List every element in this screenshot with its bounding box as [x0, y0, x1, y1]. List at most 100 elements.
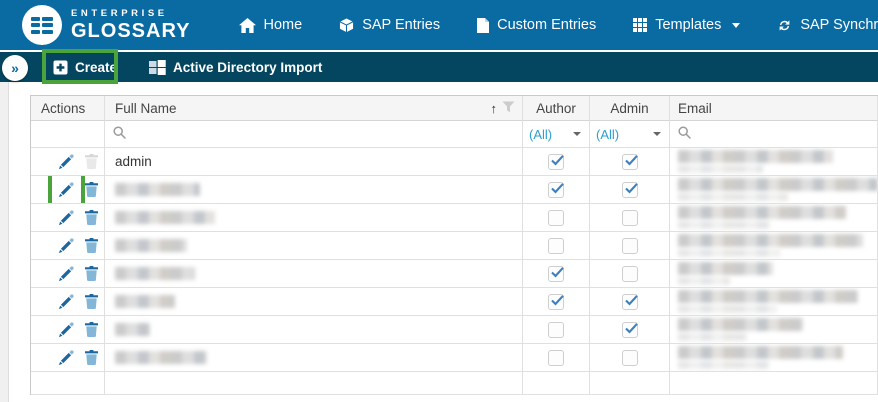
author-checkbox[interactable]: [548, 294, 564, 310]
actions-cell: [31, 148, 105, 176]
column-header-full-name[interactable]: Full Name ↑: [105, 96, 523, 121]
enterprise-glossary-app: ENTERPRISE GLOSSARY Home SAP Entries Cus…: [0, 0, 878, 402]
delete-button[interactable]: [85, 350, 98, 365]
create-button[interactable]: Create: [43, 52, 127, 82]
edit-button[interactable]: [58, 210, 74, 226]
email-cell: [670, 204, 878, 232]
redacted-name: [115, 295, 175, 308]
admin-checkbox[interactable]: [622, 294, 638, 310]
users-grid: Actions Full Name ↑ Author Admin Email: [30, 95, 878, 395]
email-cell: [670, 344, 878, 372]
admin-cell: [590, 204, 670, 232]
filter-cell-actions: [31, 121, 105, 148]
toolbar: Create Active Directory Import: [0, 52, 878, 82]
actions-cell: [31, 344, 105, 372]
sort-ascending-icon[interactable]: ↑: [491, 102, 498, 115]
email-cell: [670, 260, 878, 288]
column-header-admin[interactable]: Admin: [590, 96, 670, 121]
full-name-cell: [105, 288, 523, 316]
active-directory-import-button[interactable]: Active Directory Import: [139, 52, 332, 82]
nav-item-templates[interactable]: Templates: [633, 17, 740, 33]
delete-button[interactable]: [85, 294, 98, 309]
collapsed-sidebar-strip[interactable]: [0, 82, 9, 402]
admin-checkbox[interactable]: [622, 210, 638, 226]
edit-button[interactable]: [58, 350, 74, 366]
author-cell: [523, 288, 590, 316]
email-filter-input[interactable]: [697, 127, 877, 142]
grid-icon: [633, 18, 647, 32]
filter-cell-email: [670, 121, 878, 148]
sync-icon: [777, 18, 792, 33]
filter-cell-full-name: [105, 121, 523, 148]
author-checkbox[interactable]: [548, 322, 564, 338]
admin-checkbox[interactable]: [622, 266, 638, 282]
admin-checkbox[interactable]: [622, 238, 638, 254]
actions-cell: [31, 288, 105, 316]
admin-checkbox[interactable]: [622, 350, 638, 366]
author-checkbox[interactable]: [548, 350, 564, 366]
author-cell: [523, 176, 590, 204]
admin-checkbox[interactable]: [622, 182, 638, 198]
redacted-email: [678, 206, 846, 229]
delete-button[interactable]: [85, 322, 98, 337]
nav-item-home[interactable]: Home: [239, 17, 303, 33]
table-row: [31, 232, 878, 260]
admin-cell: [590, 288, 670, 316]
admin-checkbox[interactable]: [622, 322, 638, 338]
actions-cell: [31, 232, 105, 260]
author-checkbox[interactable]: [548, 238, 564, 254]
window-panes-icon: [149, 60, 166, 75]
full-name-filter-input[interactable]: [132, 127, 522, 142]
admin-checkbox[interactable]: [622, 154, 638, 170]
edit-button[interactable]: [58, 238, 74, 254]
sidebar-expand-button[interactable]: »: [2, 55, 28, 81]
top-navbar: ENTERPRISE GLOSSARY Home SAP Entries Cus…: [0, 0, 878, 50]
full-name-cell: [105, 344, 523, 372]
redacted-email: [678, 234, 863, 257]
full-name-cell: [105, 260, 523, 288]
home-icon: [239, 18, 256, 33]
nav-item-custom-entries[interactable]: Custom Entries: [477, 17, 596, 33]
delete-button[interactable]: [85, 182, 98, 197]
column-header-author[interactable]: Author: [523, 96, 590, 121]
author-checkbox[interactable]: [548, 210, 564, 226]
table-row: admin: [31, 148, 878, 176]
delete-button: [85, 154, 98, 169]
edit-button[interactable]: [58, 266, 74, 282]
author-cell: [523, 260, 590, 288]
table-row: [31, 316, 878, 344]
admin-cell: [590, 176, 670, 204]
edit-button[interactable]: [58, 322, 74, 338]
search-icon: [113, 126, 126, 142]
chevron-down-icon: [732, 23, 740, 28]
redacted-name: [115, 183, 200, 196]
filter-funnel-icon[interactable]: [502, 101, 515, 116]
delete-button[interactable]: [85, 266, 98, 281]
email-cell: [670, 148, 878, 176]
edit-button[interactable]: [58, 294, 74, 310]
author-cell: [523, 232, 590, 260]
grid-header-row: Actions Full Name ↑ Author Admin Email: [31, 96, 878, 121]
actions-cell: [31, 204, 105, 232]
edit-button[interactable]: [58, 154, 74, 170]
author-checkbox[interactable]: [548, 266, 564, 282]
redacted-name: [115, 323, 150, 336]
column-header-actions: Actions: [31, 96, 105, 121]
author-filter-dropdown[interactable]: (All): [523, 121, 590, 148]
delete-button[interactable]: [85, 238, 98, 253]
admin-cell: [590, 344, 670, 372]
nav-item-sap-synchronization[interactable]: SAP Synchronization: [777, 17, 878, 33]
edit-button-highlighted[interactable]: [58, 182, 74, 198]
actions-cell: [31, 316, 105, 344]
author-checkbox[interactable]: [548, 154, 564, 170]
brand-logo[interactable]: ENTERPRISE GLOSSARY: [22, 5, 191, 45]
table-row: [31, 204, 878, 232]
column-header-email[interactable]: Email: [670, 96, 878, 121]
admin-filter-dropdown[interactable]: (All): [590, 121, 670, 148]
author-checkbox[interactable]: [548, 182, 564, 198]
actions-cell: [31, 260, 105, 288]
nav-item-sap-entries[interactable]: SAP Entries: [339, 17, 440, 33]
redacted-email: [678, 150, 833, 173]
author-cell: [523, 148, 590, 176]
delete-button[interactable]: [85, 210, 98, 225]
